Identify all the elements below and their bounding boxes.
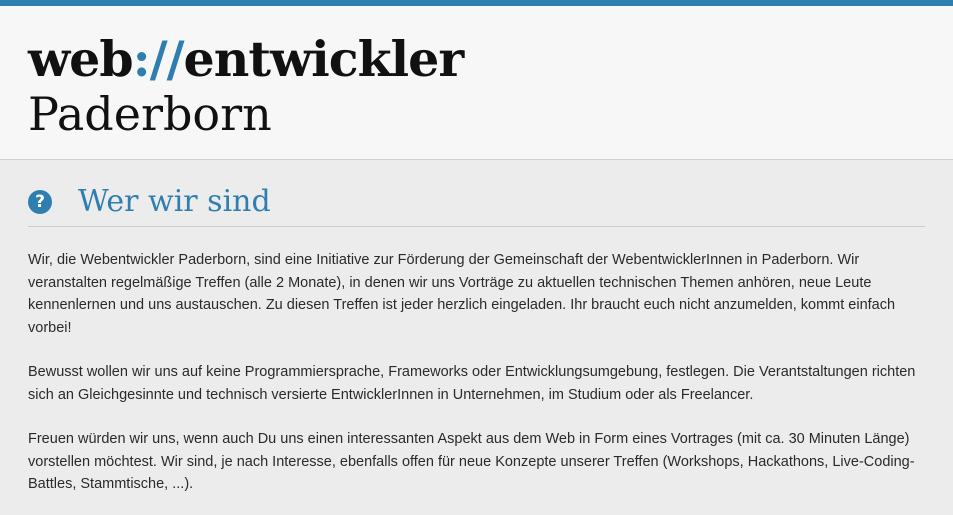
section-header: ? Wer wir sind [28, 182, 925, 227]
logo-part-entwickler: entwickler [183, 30, 465, 88]
logo-city: Paderborn [28, 87, 272, 141]
logo-wordmark: web://entwickler [28, 30, 465, 88]
intro-paragraph: Wir, die Webentwickler Paderborn, sind e… [28, 252, 896, 336]
site-logo[interactable]: web://entwickler Paderborn [28, 30, 465, 141]
focus-paragraph: Bewusst wollen wir uns auf keine Program… [28, 364, 916, 403]
logo-accent-slashes: :// [132, 30, 185, 88]
site-header: web://entwickler Paderborn [0, 6, 953, 160]
section-title: Wer wir sind [78, 184, 271, 219]
question-circle-icon: ? [28, 190, 52, 214]
main-content: ? Wer wir sind Wir, die Webentwickler Pa… [0, 160, 953, 515]
invitation-paragraph: Freuen würden wir uns, wenn auch Du uns … [28, 431, 915, 492]
logo-part-web: web [28, 30, 134, 88]
